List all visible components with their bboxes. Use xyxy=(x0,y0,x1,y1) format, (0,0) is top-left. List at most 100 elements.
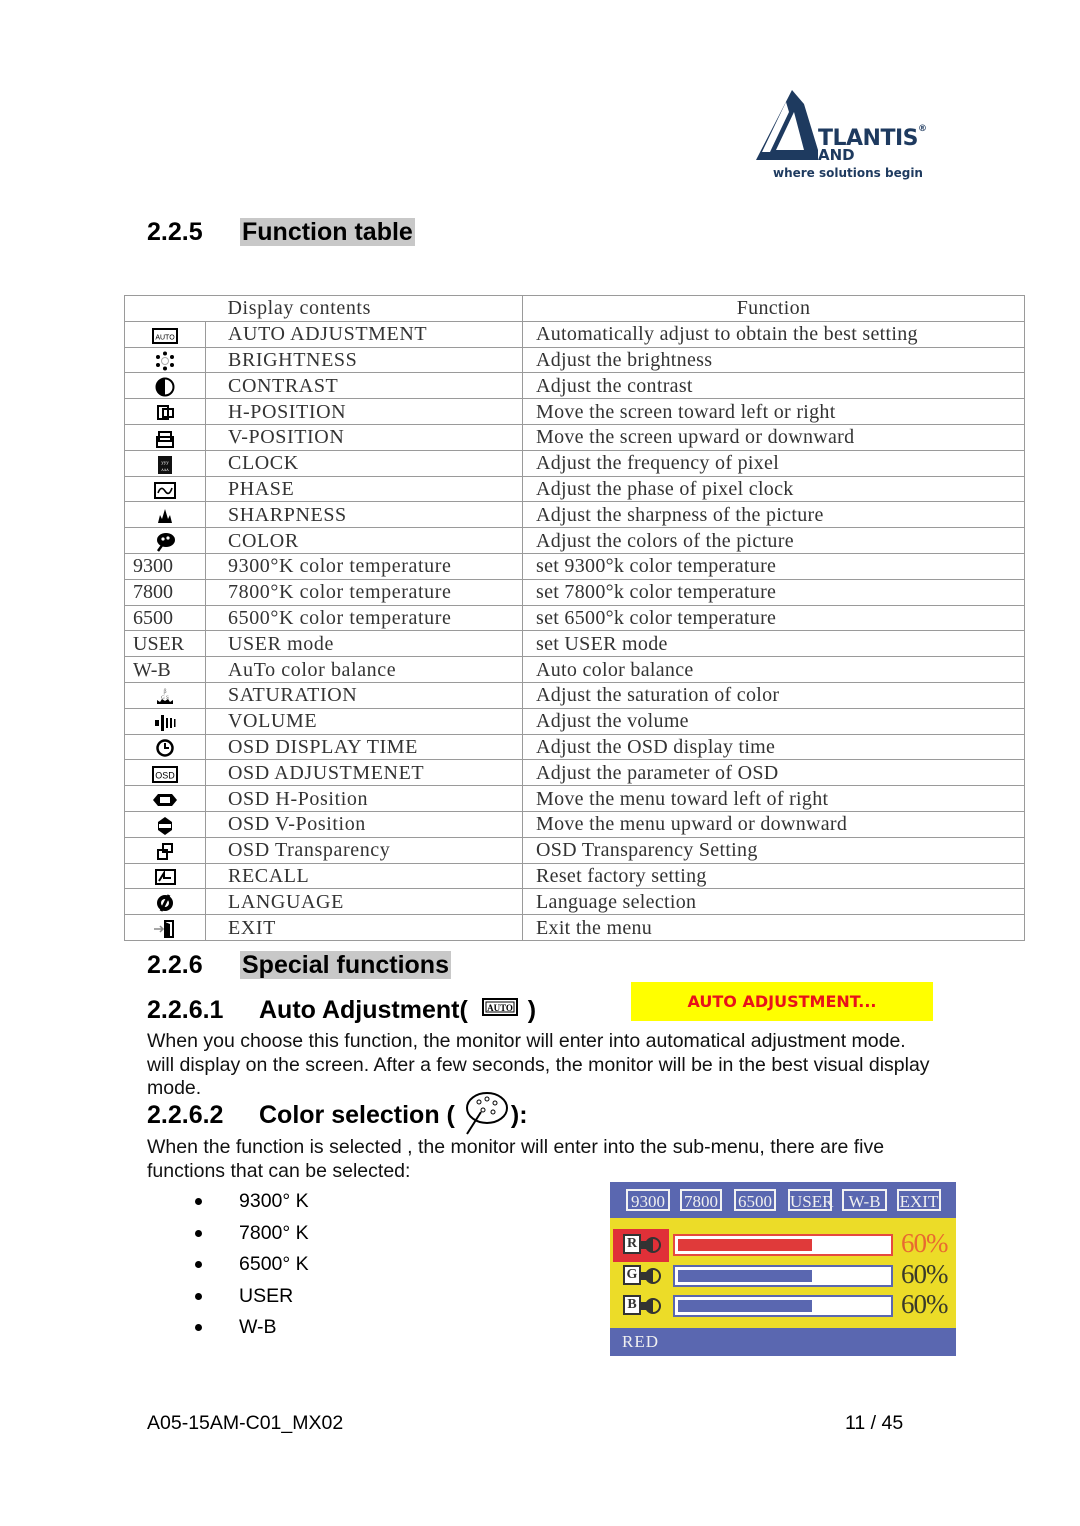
icon-cell xyxy=(124,527,206,554)
osd-level-fill xyxy=(678,1270,812,1282)
auto-icon: AUTO xyxy=(152,326,178,346)
function-cell: Move the menu upward or downward xyxy=(522,810,1025,838)
section-number: 2.2.5 xyxy=(147,218,203,246)
clock-icon: yyy ᴧᴧᴧ xyxy=(152,455,178,475)
auto-icon: AUTO xyxy=(481,994,518,1023)
svg-text:AUTO: AUTO xyxy=(155,334,175,341)
table-row: CONTRAST Adjust the contrast xyxy=(124,372,1025,400)
logo-tagline: where solutions begin xyxy=(773,166,923,180)
osd-channel-row: B 60% xyxy=(610,1289,956,1319)
subsection-title-suffix: ) xyxy=(527,996,537,1024)
display-contents-cell: PHASE xyxy=(205,475,523,503)
table-row: OSD OSD ADJUSTMENET Adjust the parameter o… xyxy=(124,759,1025,787)
display-contents-cell: 6500°K color temperature xyxy=(205,604,523,632)
icon-cell: yyy ᴧᴧᴧ xyxy=(124,449,206,477)
function-cell: set 7800°k color temperature xyxy=(522,578,1025,606)
osd-tab-6500: 6500 xyxy=(734,1189,776,1211)
bullet-icon xyxy=(195,1229,202,1237)
list-item: 9300° K xyxy=(190,1187,309,1219)
bullet-icon xyxy=(195,1261,202,1268)
auto-adjustment-paragraph: When you choose this function, the monit… xyxy=(147,1030,930,1099)
svg-text:yyy: yyy xyxy=(161,461,169,466)
osd-level-bar xyxy=(673,1265,893,1287)
section-title: Special functions xyxy=(240,951,451,979)
osd-tab-bar: 9300 7800 6500 USER W-B EXIT xyxy=(610,1182,956,1218)
exit-icon xyxy=(152,919,178,939)
osd-icon: OSD xyxy=(152,764,178,784)
function-cell: Move the menu toward left of right xyxy=(522,785,1025,812)
display-contents-cell: SATURATION xyxy=(205,681,523,709)
sharpness-icon xyxy=(152,506,178,526)
display-contents-cell: COLOR xyxy=(205,527,523,554)
icon-cell: 7800 xyxy=(124,578,206,606)
function-cell: Exit the menu xyxy=(522,914,1025,941)
osd-channel-label: R xyxy=(623,1234,641,1254)
display-contents-cell: BRIGHTNESS xyxy=(205,346,523,374)
osd-status-bar: RED xyxy=(610,1328,956,1356)
icon-cell xyxy=(124,733,206,761)
display-contents-cell: CONTRAST xyxy=(205,372,523,400)
atlantis-land-logo: TLANTIS® AND where solutions begin xyxy=(756,90,941,185)
table-row: LANGUAGE Language selection xyxy=(124,888,1025,916)
section-title: Function table xyxy=(240,218,415,246)
icon-cell: AUTO xyxy=(124,320,206,348)
table-row: H-POSITION Move the screen toward left or… xyxy=(124,398,1025,425)
function-cell: Adjust the parameter of OSD xyxy=(522,759,1025,787)
table-row: BRIGHTNESS Adjust the brightness xyxy=(124,346,1025,374)
osd-h-position-icon xyxy=(152,790,178,810)
function-cell: Reset factory setting xyxy=(522,862,1025,890)
display-contents-cell: CLOCK xyxy=(205,449,523,477)
svg-text:β: β xyxy=(163,689,166,695)
table-row: yyy ᴧᴧᴧ CLOCK Adjust the frequency of pixel xyxy=(124,449,1025,477)
icon-cell: USER xyxy=(124,630,206,658)
saturation-icon: βG S xyxy=(152,687,178,707)
table-row: USER USER mode set USER mode xyxy=(124,630,1025,658)
display-contents-cell: 7800°K color temperature xyxy=(205,578,523,606)
brightness-icon xyxy=(152,351,178,371)
osd-tab-exit: EXIT xyxy=(897,1189,941,1211)
table-row: W-B AuTo color balance Auto color balance xyxy=(124,656,1025,683)
icon-cell xyxy=(124,810,206,838)
icon-cell xyxy=(124,785,206,812)
display-contents-cell: V-POSITION xyxy=(205,423,523,451)
table-row: OSD DISPLAY TIME Adjust the OSD display t… xyxy=(124,733,1025,761)
function-cell: Adjust the contrast xyxy=(522,372,1025,400)
table-row: 6500 6500°K color temperature set 6500°k c… xyxy=(124,604,1025,632)
table-row: COLOR Adjust the colors of the picture xyxy=(124,527,1025,554)
icon-cell xyxy=(124,836,206,864)
table-row: SHARPNESS Adjust the sharpness of the pic… xyxy=(124,501,1025,529)
icon-cell xyxy=(124,346,206,374)
bullet-icon xyxy=(195,1324,202,1331)
osd-tab-9300: 9300 xyxy=(626,1189,670,1211)
recall-icon xyxy=(152,867,178,887)
display-contents-cell: AuTo color balance xyxy=(205,656,523,683)
osd-channel-label: G xyxy=(623,1265,641,1285)
display-contents-cell: OSD V-Position xyxy=(205,810,523,838)
table-row: EXIT Exit the menu xyxy=(124,914,1025,941)
subsection-number: 2.2.6.1 xyxy=(147,996,224,1024)
display-contents-cell: LANGUAGE xyxy=(205,888,523,916)
table-row: PHASE Adjust the phase of pixel clock xyxy=(124,475,1025,503)
table-row: βG S SATURATION Adjust the saturation of c… xyxy=(124,681,1025,709)
svg-text:AUTO: AUTO xyxy=(487,1003,513,1013)
icon-cell xyxy=(124,888,206,916)
table-row: OSD V-Position Move the menu upward or do… xyxy=(124,810,1025,838)
icon-cell: βG S xyxy=(124,681,206,709)
osd-tab-user: USER xyxy=(788,1189,833,1211)
icon-cell xyxy=(124,501,206,529)
osd-channel-row: R 60% xyxy=(610,1228,956,1262)
function-cell: Adjust the brightness xyxy=(522,346,1025,374)
color-selection-paragraph: When the function is selected , the moni… xyxy=(147,1136,885,1182)
function-cell: Move the screen toward left or right xyxy=(522,398,1025,425)
icon-cell xyxy=(124,862,206,890)
section-number: 2.2.6 xyxy=(147,951,203,979)
osd-timer-icon xyxy=(152,738,178,758)
table-row: 7800 7800°K color temperature set 7800°k c… xyxy=(124,578,1025,606)
bullet-icon xyxy=(195,1292,202,1300)
osd-knob-icon xyxy=(641,1268,661,1284)
table-row: OSD Transparency OSD Transparency Setting xyxy=(124,836,1025,864)
language-icon xyxy=(152,893,178,913)
phase-icon xyxy=(152,480,178,500)
auto-adjustment-banner: AUTO ADJUSTMENT... xyxy=(631,982,933,1021)
osd-tab-7800: 7800 xyxy=(680,1189,722,1211)
